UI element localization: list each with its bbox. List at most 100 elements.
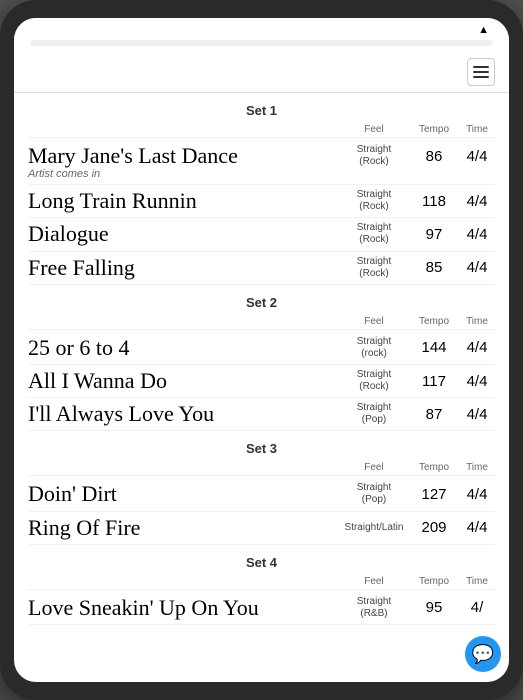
venue-section: [219, 71, 402, 73]
song-meta: Straight(R&B) 95 4/: [339, 596, 495, 620]
col-header-tempo: Tempo: [409, 576, 459, 587]
song-tempo: 87: [409, 406, 459, 423]
url-bar[interactable]: [30, 40, 493, 46]
song-tempo: 95: [409, 599, 459, 616]
song-title: Ring Of Fire: [28, 516, 339, 540]
song-feel: Straight(Rock): [339, 144, 409, 168]
song-title: Dialogue: [28, 222, 339, 246]
song-main-row: Dialogue Straight(Rock) 97 4/4: [28, 222, 495, 246]
song-title: All I Wanna Do: [28, 369, 339, 393]
menu-line-2: [473, 71, 489, 73]
song-meta: Straight(Rock) 117 4/4: [339, 369, 495, 393]
set-header-4: Set 4: [28, 545, 495, 574]
col-header-time: Time: [459, 576, 495, 587]
col-header-time: Time: [459, 124, 495, 135]
song-row[interactable]: Mary Jane's Last Dance Straight(Rock) 86…: [28, 140, 495, 185]
song-row[interactable]: Love Sneakin' Up On You Straight(R&B) 95…: [28, 592, 495, 625]
song-title: I'll Always Love You: [28, 402, 339, 426]
song-feel: Straight/Latin: [339, 522, 409, 534]
song-timesig: 4/4: [459, 486, 495, 503]
song-row[interactable]: Free Falling Straight(Rock) 85 4/4: [28, 252, 495, 285]
song-main-row: I'll Always Love You Straight(Pop) 87 4/…: [28, 402, 495, 426]
song-timesig: 4/4: [459, 519, 495, 536]
song-row[interactable]: 25 or 6 to 4 Straight(rock) 144 4/4: [28, 332, 495, 365]
song-timesig: 4/4: [459, 226, 495, 243]
status-right: ▲: [478, 24, 493, 36]
menu-button[interactable]: [467, 58, 495, 86]
song-meta: Straight(rock) 144 4/4: [339, 336, 495, 360]
song-tempo: 127: [409, 486, 459, 503]
song-feel: Straight(Rock): [339, 369, 409, 393]
song-meta: Straight/Latin 209 4/4: [339, 519, 495, 536]
song-timesig: 4/: [459, 599, 495, 616]
song-title: Long Train Runnin: [28, 189, 339, 213]
song-feel: Straight(R&B): [339, 596, 409, 620]
song-list[interactable]: Set 1 Feel Tempo Time Mary Jane's Last D…: [14, 93, 509, 682]
song-meta: Straight(Rock) 97 4/4: [339, 222, 495, 246]
date-section: [409, 71, 459, 73]
col-headers-set-1: Feel Tempo Time: [28, 122, 495, 138]
col-header-tempo: Tempo: [409, 462, 459, 473]
song-tempo: 85: [409, 259, 459, 276]
song-timesig: 4/4: [459, 406, 495, 423]
song-title: Love Sneakin' Up On You: [28, 596, 339, 620]
song-tempo: 86: [409, 148, 459, 165]
song-timesig: 4/4: [459, 259, 495, 276]
col-header-feel: Feel: [339, 316, 409, 327]
song-row[interactable]: Dialogue Straight(Rock) 97 4/4: [28, 218, 495, 251]
song-main-row: 25 or 6 to 4 Straight(rock) 144 4/4: [28, 336, 495, 360]
song-main-row: Free Falling Straight(Rock) 85 4/4: [28, 256, 495, 280]
song-feel: Straight(rock): [339, 336, 409, 360]
song-title: Doin' Dirt: [28, 482, 339, 506]
col-headers-set-2: Feel Tempo Time: [28, 314, 495, 330]
song-title: Mary Jane's Last Dance: [28, 144, 339, 168]
status-bar: ▲: [14, 18, 509, 40]
col-headers-set-4: Feel Tempo Time: [28, 574, 495, 590]
menu-line-3: [473, 76, 489, 78]
song-timesig: 4/4: [459, 148, 495, 165]
song-feel: Straight(Rock): [339, 256, 409, 280]
song-row[interactable]: Long Train Runnin Straight(Rock) 118 4/4: [28, 185, 495, 218]
song-main-row: Ring Of Fire Straight/Latin 209 4/4: [28, 516, 495, 540]
song-row[interactable]: Ring Of Fire Straight/Latin 209 4/4: [28, 512, 495, 545]
col-header-time: Time: [459, 462, 495, 473]
tablet-frame: ▲: [0, 0, 523, 700]
app-header: [14, 52, 509, 93]
song-meta: Straight(Rock) 86 4/4: [339, 144, 495, 168]
song-tempo: 117: [409, 373, 459, 390]
menu-line-1: [473, 66, 489, 68]
song-main-row: All I Wanna Do Straight(Rock) 117 4/4: [28, 369, 495, 393]
song-feel: Straight(Rock): [339, 189, 409, 213]
song-timesig: 4/4: [459, 339, 495, 356]
col-header-feel: Feel: [339, 124, 409, 135]
col-header-tempo: Tempo: [409, 316, 459, 327]
song-timesig: 4/4: [459, 373, 495, 390]
song-title: 25 or 6 to 4: [28, 336, 339, 360]
wifi-icon: ▲: [478, 24, 489, 36]
song-meta: Straight(Rock) 118 4/4: [339, 189, 495, 213]
song-meta: Straight(Pop) 127 4/4: [339, 482, 495, 506]
song-main-row: Doin' Dirt Straight(Pop) 127 4/4: [28, 482, 495, 506]
song-row[interactable]: I'll Always Love You Straight(Pop) 87 4/…: [28, 398, 495, 431]
song-row[interactable]: Doin' Dirt Straight(Pop) 127 4/4: [28, 478, 495, 511]
song-feel: Straight(Pop): [339, 402, 409, 426]
col-header-time: Time: [459, 316, 495, 327]
chat-button[interactable]: 💬: [465, 636, 501, 672]
song-main-row: Love Sneakin' Up On You Straight(R&B) 95…: [28, 596, 495, 620]
col-headers-set-3: Feel Tempo Time: [28, 460, 495, 476]
song-tempo: 118: [409, 193, 459, 210]
song-tempo: 97: [409, 226, 459, 243]
song-feel: Straight(Pop): [339, 482, 409, 506]
set-header-2: Set 2: [28, 285, 495, 314]
col-header-tempo: Tempo: [409, 124, 459, 135]
set-header-3: Set 3: [28, 431, 495, 460]
song-main-row: Long Train Runnin Straight(Rock) 118 4/4: [28, 189, 495, 213]
song-timesig: 4/4: [459, 193, 495, 210]
song-row[interactable]: All I Wanna Do Straight(Rock) 117 4/4: [28, 365, 495, 398]
song-meta: Straight(Rock) 85 4/4: [339, 256, 495, 280]
song-title: Free Falling: [28, 256, 339, 280]
tablet-screen: ▲: [14, 18, 509, 682]
song-tempo: 209: [409, 519, 459, 536]
song-main-row: Mary Jane's Last Dance Straight(Rock) 86…: [28, 144, 495, 168]
song-meta: Straight(Pop) 87 4/4: [339, 402, 495, 426]
